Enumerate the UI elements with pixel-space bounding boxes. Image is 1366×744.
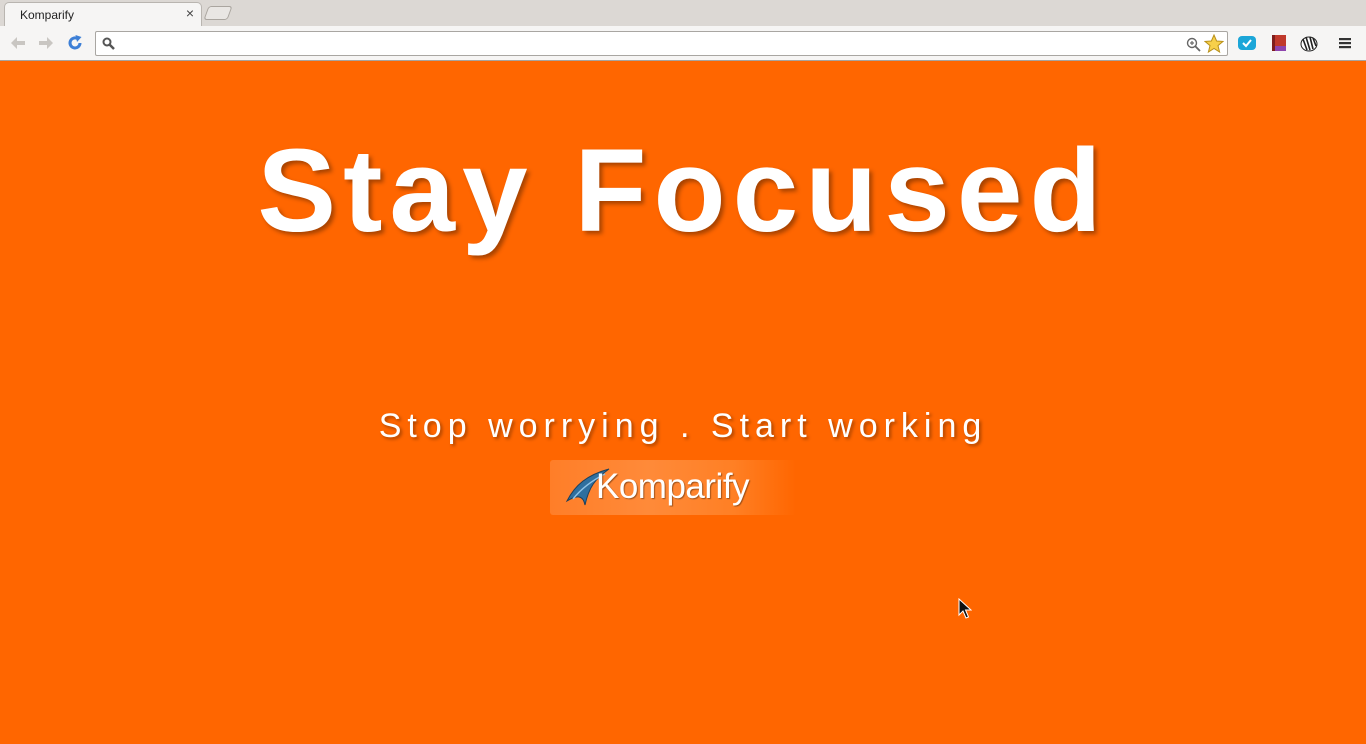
book-extension-icon[interactable] xyxy=(1270,34,1288,52)
browser-toolbar xyxy=(0,26,1366,61)
reload-icon[interactable] xyxy=(66,34,84,52)
pocket-extension-icon[interactable] xyxy=(1238,34,1256,52)
tab-komparify[interactable]: Komparify × xyxy=(4,2,202,26)
search-icon xyxy=(102,37,115,50)
new-tab-button[interactable] xyxy=(203,6,233,20)
page-tagline: Stop worrying . Start working xyxy=(378,407,988,445)
zebra-extension-icon[interactable] xyxy=(1300,34,1318,52)
address-bar[interactable] xyxy=(95,31,1228,56)
mouse-cursor-icon xyxy=(958,598,972,619)
tab-strip: Komparify × xyxy=(0,0,1366,26)
komparify-logo[interactable]: Komparify xyxy=(550,460,796,515)
forward-arrow-icon[interactable] xyxy=(37,34,55,52)
zoom-icon[interactable] xyxy=(1186,37,1201,52)
back-arrow-icon[interactable] xyxy=(9,34,27,52)
page-headline: Stay Focused xyxy=(257,125,1109,257)
tab-title: Komparify xyxy=(20,8,75,22)
address-input[interactable] xyxy=(120,35,1170,52)
tab-close-icon[interactable]: × xyxy=(186,6,194,20)
logo-text: Komparify xyxy=(596,467,750,506)
page-content: Stay Focused Stop worrying . Start worki… xyxy=(0,61,1366,744)
menu-icon[interactable] xyxy=(1336,34,1354,52)
star-icon[interactable] xyxy=(1204,34,1224,54)
